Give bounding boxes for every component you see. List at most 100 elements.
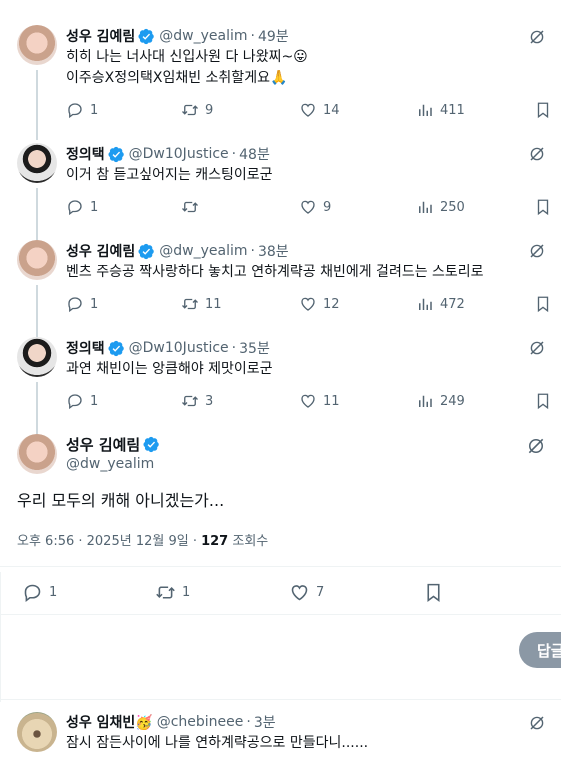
timestamp[interactable]: 49분 bbox=[258, 26, 289, 46]
tweet-header: 정의택 @Dw10Justice · 48분 bbox=[66, 144, 270, 164]
reply-count: 1 bbox=[49, 585, 58, 600]
author-handle[interactable]: @dw_yealim bbox=[159, 243, 247, 259]
retweet-button[interactable]: 11 bbox=[181, 295, 222, 313]
bookmark-button[interactable] bbox=[534, 101, 552, 119]
separator-dot: · bbox=[250, 28, 255, 44]
reply-count: 1 bbox=[90, 393, 99, 409]
tweet-text: 벤츠 주승공 짝사랑하다 놓치고 연하계략공 채빈에게 걸려드는 스토리로 bbox=[66, 262, 484, 283]
separator-dot: · bbox=[246, 714, 251, 730]
like-button[interactable]: 9 bbox=[299, 198, 331, 216]
tweet-meta: 오후 6:56 · 2025년 12월 9일 · 127 조회수 bbox=[17, 530, 268, 549]
reply-tweet[interactable]: 성우 김예림 @dw_yealim · 49분 히히 나는 너사대 신입사원 다… bbox=[0, 0, 561, 140]
grok-icon[interactable] bbox=[526, 436, 546, 456]
author-name[interactable]: 정의택 bbox=[66, 144, 105, 164]
tweet-header: 성우 김예림 @dw_yealim · 38분 bbox=[66, 241, 289, 261]
bookmark-button[interactable] bbox=[534, 392, 552, 410]
like-count: 9 bbox=[323, 199, 332, 215]
views-button[interactable]: 411 bbox=[416, 101, 465, 119]
tweet-text-line: 벤츠 주승공 짝사랑하다 놓치고 연하계략공 채빈에게 걸려드는 스토리로 bbox=[66, 264, 484, 280]
like-button[interactable]: 12 bbox=[299, 295, 340, 313]
author-handle[interactable]: @chebineee bbox=[157, 714, 244, 730]
views-button[interactable]: 250 bbox=[416, 198, 465, 216]
main-author-handle[interactable]: @dw_yealim bbox=[66, 456, 154, 472]
bookmark-icon bbox=[423, 582, 444, 603]
reply-button[interactable]: 1 bbox=[22, 582, 57, 603]
avatar[interactable] bbox=[17, 143, 57, 183]
like-count: 14 bbox=[323, 102, 340, 118]
grok-icon[interactable] bbox=[528, 339, 546, 357]
like-button[interactable]: 11 bbox=[299, 392, 340, 410]
heart-icon bbox=[299, 392, 317, 410]
retweet-icon bbox=[181, 295, 199, 313]
avatar[interactable] bbox=[17, 25, 57, 65]
author-name[interactable]: 정의택 bbox=[66, 338, 105, 358]
views-button[interactable]: 472 bbox=[416, 295, 465, 313]
retweet-button[interactable]: 1 bbox=[155, 582, 190, 603]
tweet-header: 성우 김예림 @dw_yealim · 49분 bbox=[66, 26, 289, 46]
retweet-icon bbox=[155, 582, 176, 603]
retweet-button[interactable] bbox=[181, 198, 205, 216]
bookmark-button[interactable] bbox=[534, 295, 552, 313]
tweet-header: 정의택 @Dw10Justice · 35분 bbox=[66, 338, 270, 358]
reply-button[interactable]: 1 bbox=[66, 198, 98, 216]
verified-badge-icon bbox=[108, 146, 125, 163]
separator-dot: · bbox=[231, 340, 237, 356]
author-name[interactable]: 성우 김예림 bbox=[66, 241, 135, 261]
like-count: 7 bbox=[316, 585, 325, 600]
reply-tweet[interactable]: 정의택 @Dw10Justice · 35분 과연 채빈이는 앙큼해야 제맛이로… bbox=[0, 324, 561, 434]
like-button[interactable]: 7 bbox=[289, 582, 324, 603]
reply-tweet[interactable]: 정의택 @Dw10Justice · 48분 이거 참 듣고싶어지는 캐스팅이로… bbox=[0, 130, 561, 240]
tweet-datetime[interactable]: 오후 6:56 · 2025년 12월 9일 · bbox=[17, 534, 201, 549]
reply-tweet[interactable]: 성우 김예림 @dw_yealim · 38분 벤츠 주승공 짝사랑하다 놓치고… bbox=[0, 227, 561, 337]
view-count: 127 bbox=[201, 534, 229, 549]
main-author-name[interactable]: 성우 김예림 bbox=[66, 434, 140, 455]
reply-count: 1 bbox=[90, 296, 99, 312]
grok-icon[interactable] bbox=[528, 145, 546, 163]
reply-button[interactable]: 1 bbox=[66, 295, 98, 313]
tweet-actions: 1 9 14 411 bbox=[66, 101, 556, 121]
retweet-button[interactable]: 9 bbox=[181, 101, 213, 119]
bookmark-button[interactable] bbox=[534, 198, 552, 216]
views-icon bbox=[416, 295, 434, 313]
views-button[interactable]: 249 bbox=[416, 392, 465, 410]
bookmark-icon bbox=[534, 392, 552, 410]
timestamp[interactable]: 35분 bbox=[239, 338, 270, 358]
avatar[interactable] bbox=[17, 240, 57, 280]
main-author: 성우 김예림 bbox=[66, 434, 164, 455]
author-name[interactable]: 성우 김예림 bbox=[66, 26, 135, 46]
tweet-text: 과연 채빈이는 앙큼해야 제맛이로군 bbox=[66, 359, 273, 380]
heart-icon bbox=[299, 101, 317, 119]
like-button[interactable]: 14 bbox=[299, 101, 340, 119]
tweet-text-line: 이주승X정의택X임채빈 소취할게요🙏 bbox=[66, 70, 288, 86]
divider bbox=[0, 566, 561, 567]
reply-button[interactable]: 1 bbox=[66, 101, 98, 119]
reply-button[interactable]: 1 bbox=[66, 392, 98, 410]
grok-icon[interactable] bbox=[528, 714, 546, 732]
tweet-text: 이거 참 듣고싶어지는 캐스팅이로군 bbox=[66, 165, 273, 186]
main-avatar[interactable] bbox=[17, 434, 57, 474]
timestamp[interactable]: 3분 bbox=[254, 712, 276, 732]
author-name[interactable]: 성우 임채빈🥳 bbox=[66, 712, 153, 732]
author-handle[interactable]: @Dw10Justice bbox=[129, 146, 229, 162]
grok-icon[interactable] bbox=[528, 28, 546, 46]
retweet-count: 9 bbox=[205, 102, 214, 118]
reply-icon bbox=[22, 582, 43, 603]
avatar[interactable] bbox=[17, 712, 57, 752]
reply-submit-button[interactable]: 답글 bbox=[519, 632, 561, 668]
timestamp[interactable]: 48분 bbox=[239, 144, 270, 164]
grok-icon[interactable] bbox=[528, 242, 546, 260]
retweet-button[interactable]: 3 bbox=[181, 392, 213, 410]
separator-dot: · bbox=[250, 243, 255, 259]
retweet-count: 3 bbox=[205, 393, 214, 409]
tweet-actions: 1 11 12 472 bbox=[66, 295, 556, 315]
thread-line bbox=[36, 382, 38, 434]
timestamp[interactable]: 38분 bbox=[258, 241, 289, 261]
reply-tweet[interactable]: 성우 임채빈🥳 @chebineee · 3분 잠시 잠든사이에 나를 연하계략… bbox=[0, 700, 561, 762]
retweet-icon bbox=[181, 101, 199, 119]
bookmark-icon bbox=[534, 198, 552, 216]
author-handle[interactable]: @Dw10Justice bbox=[129, 340, 229, 356]
avatar[interactable] bbox=[17, 337, 57, 377]
bookmark-button[interactable] bbox=[423, 582, 444, 603]
author-handle[interactable]: @dw_yealim bbox=[159, 28, 247, 44]
like-count: 12 bbox=[323, 296, 340, 312]
